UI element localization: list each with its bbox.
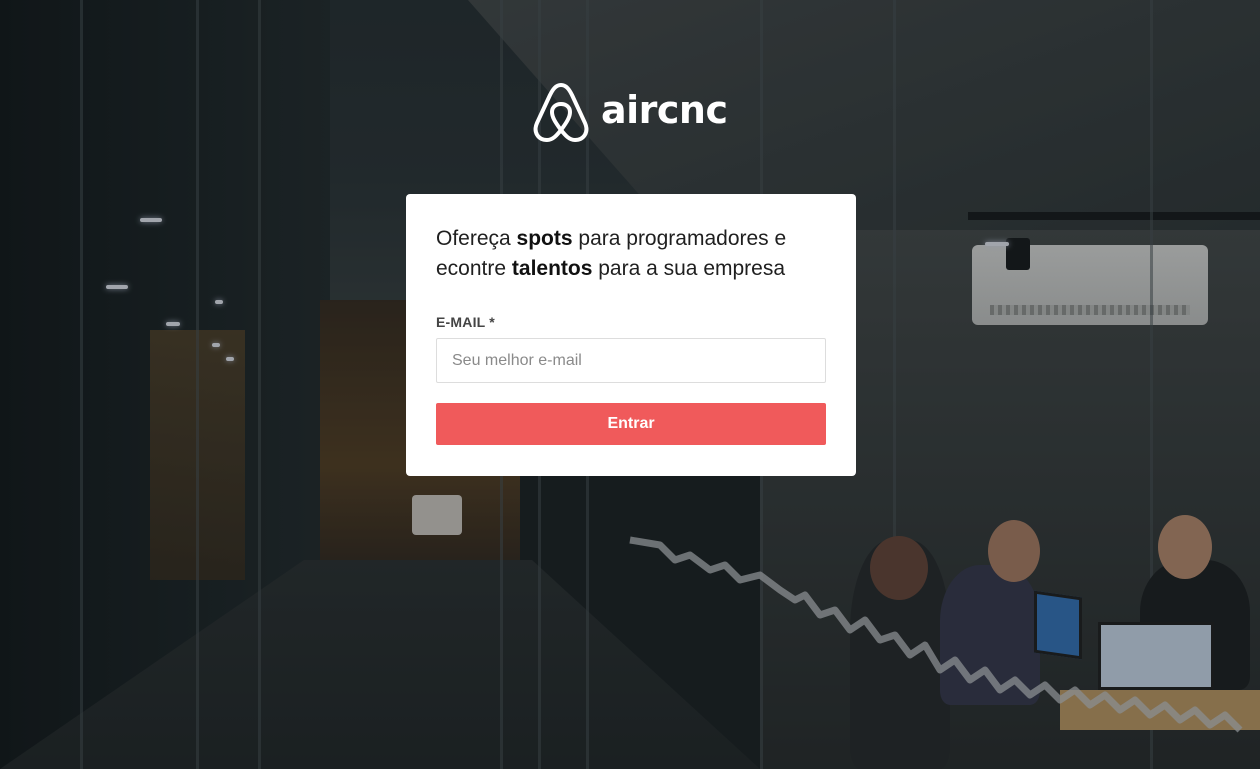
headline-bold-talentos: talentos <box>511 257 593 280</box>
login-page: aircnc Ofereça spots para programadores … <box>0 0 1260 769</box>
brand-header: aircnc <box>531 80 728 144</box>
login-card: Ofereça spots para programadores e econt… <box>406 194 856 476</box>
airbnb-belo-icon <box>533 83 589 142</box>
headline-bold-spots: spots <box>516 227 573 250</box>
headline-text: para a sua empresa <box>592 257 786 280</box>
headline-text: Ofereça <box>436 227 517 250</box>
email-input[interactable] <box>436 338 826 383</box>
submit-button[interactable]: Entrar <box>436 403 826 445</box>
brand-name: aircnc <box>601 88 728 132</box>
email-label: E-MAIL * <box>436 314 495 330</box>
headline: Ofereça spots para programadores e econt… <box>436 224 826 284</box>
